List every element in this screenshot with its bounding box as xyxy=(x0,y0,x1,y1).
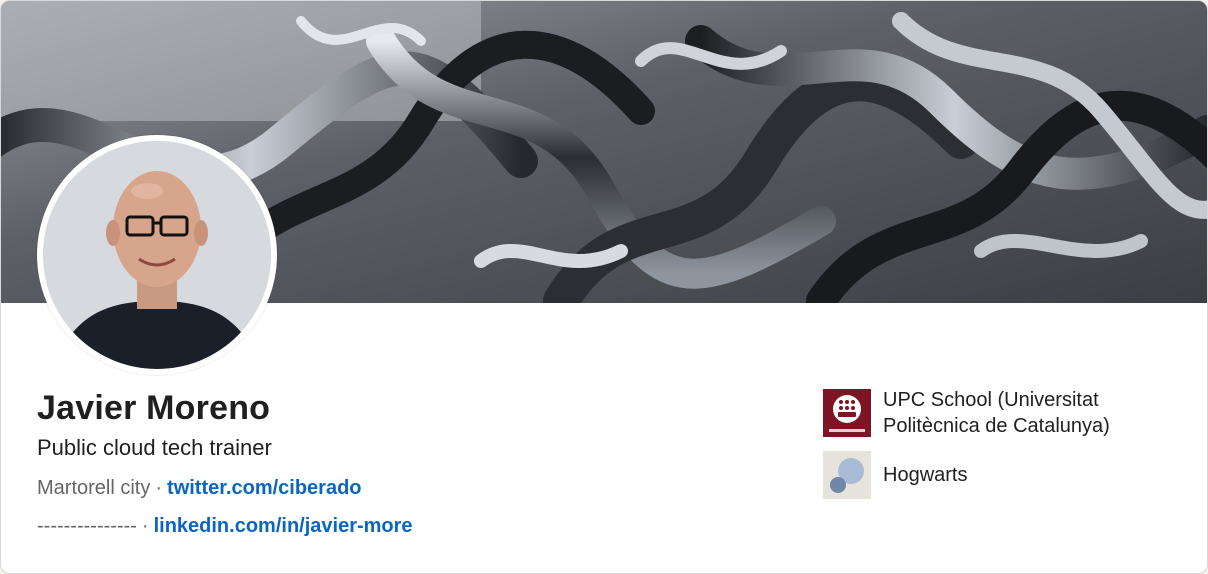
separator-dot: · xyxy=(155,477,163,499)
linkedin-link[interactable]: linkedin.com/in/javier-more xyxy=(154,515,413,537)
person-portrait-icon xyxy=(43,141,271,369)
generic-school-logo-icon xyxy=(823,451,871,499)
profile-card: Javier Moreno Public cloud tech trainer … xyxy=(0,0,1208,574)
organization-name: UPC School (Universitat Politècnica de C… xyxy=(883,389,1110,437)
organization-name: Hogwarts xyxy=(883,464,968,486)
profile-headline: Public cloud tech trainer xyxy=(37,435,272,460)
location-text: Martorell city xyxy=(37,477,151,499)
links-row: --------------- · linkedin.com/in/javier-m… xyxy=(37,515,413,538)
profile-photo-image xyxy=(43,141,271,369)
organization-item-hogwarts[interactable]: Hogwarts xyxy=(823,451,1183,499)
separator-dot: · xyxy=(141,515,149,537)
organization-item-upc[interactable]: UPC School (Universitat Politècnica de C… xyxy=(823,387,1183,439)
twitter-link[interactable]: twitter.com/ciberado xyxy=(167,477,362,499)
upc-school-logo-icon xyxy=(823,389,871,437)
profile-name: Javier Moreno xyxy=(37,389,271,427)
divider-text: --------------- xyxy=(37,515,137,537)
profile-photo[interactable] xyxy=(37,135,277,375)
location-row: Martorell city · twitter.com/ciberado xyxy=(37,477,362,500)
